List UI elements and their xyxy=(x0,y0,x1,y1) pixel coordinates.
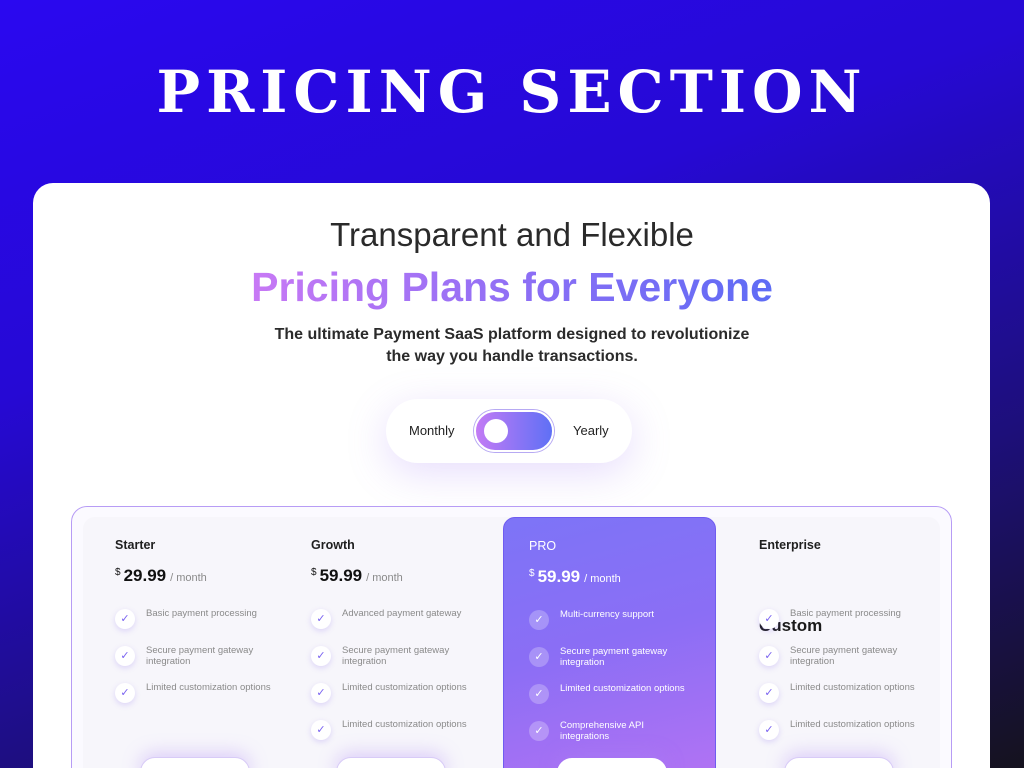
feature-item: ✓ Comprehensive API integrations xyxy=(529,720,699,757)
price-period: / month xyxy=(170,572,207,584)
feature-text: Limited customization options xyxy=(790,682,915,693)
select-plan-button[interactable] xyxy=(557,758,667,768)
headline-accent-text: Pricing Plans for Everyone xyxy=(251,264,773,310)
plan-card-enterprise: Enterprise Custom ✓ Basic payment process… xyxy=(727,517,940,768)
check-icon: ✓ xyxy=(529,721,549,741)
plan-price: $59.99/ month xyxy=(529,567,621,587)
billing-toggle: Monthly Yearly xyxy=(386,399,632,463)
hero-title: PRICING SECTION xyxy=(156,58,868,126)
feature-list: ✓ Advanced payment gateway ✓ Secure paymen… xyxy=(311,608,481,756)
feature-item: ✓ Secure payment gateway integration xyxy=(311,645,481,682)
select-plan-button[interactable] xyxy=(140,757,250,768)
select-plan-button[interactable] xyxy=(336,757,446,768)
price-period: / month xyxy=(366,572,403,584)
price-amount: 59.99 xyxy=(319,566,363,585)
plan-name: Growth xyxy=(311,538,355,552)
feature-text: Comprehensive API integrations xyxy=(560,720,644,742)
feature-item: ✓ Limited customization options xyxy=(115,682,285,719)
headline-primary: Transparent and Flexible xyxy=(330,216,694,253)
check-icon: ✓ xyxy=(115,683,135,703)
feature-list: ✓ Basic payment processing ✓ Secure paymen… xyxy=(759,608,929,756)
feature-text: Limited customization options xyxy=(560,683,685,694)
check-icon: ✓ xyxy=(529,684,549,704)
plan-name: PRO xyxy=(529,539,557,553)
feature-text: Limited customization options xyxy=(342,719,467,730)
feature-text: Secure payment gateway integration xyxy=(146,645,254,667)
select-plan-button[interactable] xyxy=(784,757,894,768)
plan-card-starter: Starter $29.99/ month ✓ Basic payment pro… xyxy=(83,517,296,768)
check-icon: ✓ xyxy=(311,683,331,703)
feature-item: ✓ Limited customization options xyxy=(311,682,481,719)
subtitle: The ultimate Payment SaaS platform desig… xyxy=(274,326,750,365)
check-icon: ✓ xyxy=(759,683,779,703)
feature-item: ✓ Limited customization options xyxy=(759,682,929,719)
feature-text: Secure payment gateway integration xyxy=(342,645,450,667)
feature-text: Multi-currency support xyxy=(560,609,654,620)
check-icon: ✓ xyxy=(529,647,549,667)
plan-price: $59.99/ month xyxy=(311,566,403,586)
plan-card-growth: Growth $59.99/ month ✓ Advanced payment g… xyxy=(279,517,492,768)
plan-name: Starter xyxy=(115,538,156,552)
check-icon: ✓ xyxy=(311,609,331,629)
feature-item: ✓ Limited customization options xyxy=(529,683,699,720)
feature-item: ✓ Multi-currency support xyxy=(529,609,699,646)
check-icon: ✓ xyxy=(115,609,135,629)
feature-text: Basic payment processing xyxy=(146,608,257,619)
feature-item: ✓ Limited customization options xyxy=(311,719,481,756)
yearly-label[interactable]: Yearly xyxy=(573,423,609,438)
plan-name: Enterprise xyxy=(759,538,821,552)
feature-item: ✓ Limited customization options xyxy=(759,719,929,756)
feature-text: Secure payment gateway integration xyxy=(790,645,898,667)
feature-item: ✓ Secure payment gateway integration xyxy=(115,645,285,682)
billing-switch[interactable] xyxy=(474,410,554,452)
feature-text: Basic payment processing xyxy=(790,608,901,619)
feature-list: ✓ Multi-currency support ✓ Secure payment … xyxy=(529,609,699,757)
check-icon: ✓ xyxy=(759,609,779,629)
plan-card-pro: PRO $59.99/ month ✓ Multi-currency suppor… xyxy=(503,517,716,768)
feature-text: Limited customization options xyxy=(146,682,271,693)
feature-list: ✓ Basic payment processing ✓ Secure paymen… xyxy=(115,608,285,719)
feature-text: Limited customization options xyxy=(790,719,915,730)
feature-item: ✓ Secure payment gateway integration xyxy=(759,645,929,682)
check-icon: ✓ xyxy=(115,646,135,666)
feature-text: Advanced payment gateway xyxy=(342,608,462,619)
check-icon: ✓ xyxy=(759,646,779,666)
plan-price: $29.99/ month xyxy=(115,566,207,586)
price-currency: $ xyxy=(115,567,121,578)
price-amount: 59.99 xyxy=(537,567,581,586)
price-currency: $ xyxy=(529,568,535,579)
price-period: / month xyxy=(584,573,621,585)
check-icon: ✓ xyxy=(311,646,331,666)
feature-item: ✓ Basic payment processing xyxy=(759,608,929,645)
feature-item: ✓ Basic payment processing xyxy=(115,608,285,645)
monthly-label[interactable]: Monthly xyxy=(409,423,455,438)
check-icon: ✓ xyxy=(529,610,549,630)
headline-accent: Pricing Plans for Everyone xyxy=(0,264,1024,311)
price-currency: $ xyxy=(311,567,317,578)
check-icon: ✓ xyxy=(759,720,779,740)
feature-item: ✓ Advanced payment gateway xyxy=(311,608,481,645)
feature-text: Limited customization options xyxy=(342,682,467,693)
price-amount: 29.99 xyxy=(123,566,167,585)
check-icon: ✓ xyxy=(311,720,331,740)
feature-item: ✓ Secure payment gateway integration xyxy=(529,646,699,683)
feature-text: Secure payment gateway integration xyxy=(560,646,668,668)
switch-knob[interactable] xyxy=(484,419,508,443)
